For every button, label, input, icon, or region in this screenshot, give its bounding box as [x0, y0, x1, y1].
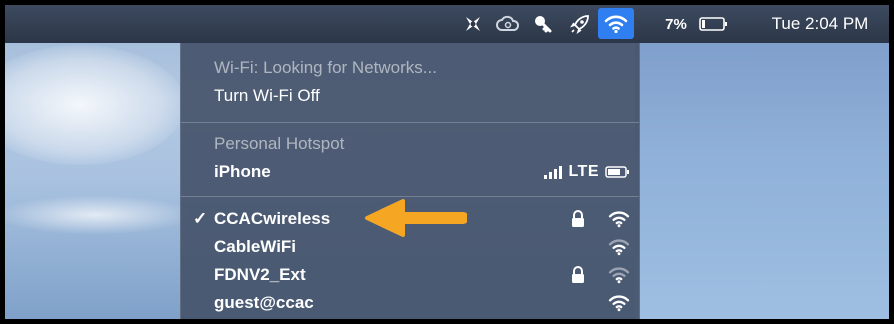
- hotspot-header-row: Personal Hotspot: [181, 130, 639, 158]
- hotspot-iphone-item[interactable]: iPhone LTE: [181, 158, 639, 186]
- spotlight-key-icon[interactable]: [531, 5, 555, 43]
- hotspot-status: LTE: [544, 163, 631, 181]
- battery-icon[interactable]: [698, 5, 730, 43]
- turn-wifi-off-item[interactable]: Turn Wi-Fi Off: [181, 82, 639, 110]
- lock-icon: [572, 266, 584, 283]
- wifi-icon: [604, 15, 628, 33]
- network-status-icons: [607, 294, 631, 312]
- menubar-clock[interactable]: Tue 2:04 PM: [757, 5, 883, 43]
- wifi-status-row: Wi-Fi: Looking for Networks...: [181, 54, 639, 82]
- wifi-menu-button[interactable]: [598, 8, 634, 39]
- network-name: CableWiFi: [214, 237, 297, 256]
- lock-icon: [572, 210, 584, 227]
- network-name: CCACwireless: [214, 209, 331, 228]
- battery-percentage[interactable]: 7%: [658, 5, 694, 43]
- network-type-label: LTE: [568, 163, 599, 180]
- wifi-signal-icon: [608, 267, 630, 284]
- wifi-dropdown-menu: Wi-Fi: Looking for Networks... Turn Wi-F…: [180, 43, 640, 319]
- creative-cloud-icon[interactable]: [495, 5, 521, 43]
- hotspot-battery-icon: [605, 166, 629, 178]
- wifi-signal-icon: [608, 211, 630, 228]
- cellular-signal-icon: [544, 166, 563, 179]
- hotspot-device-name: iPhone: [214, 162, 271, 181]
- desktop-cloud: [5, 45, 185, 165]
- network-status-icons: [607, 238, 631, 256]
- app-extension-icon[interactable]: [461, 5, 485, 43]
- desktop-wallpaper: [635, 35, 889, 319]
- network-status-icons: [571, 210, 631, 228]
- network-name: FDNV2_Ext: [214, 265, 306, 284]
- turn-wifi-off-label: Turn Wi-Fi Off: [214, 86, 320, 105]
- hotspot-header: Personal Hotspot: [214, 134, 345, 153]
- screen-frame: 7% Tue 2:04 PM Wi-Fi: Looking for Networ…: [5, 5, 889, 319]
- network-name: guest@ccac: [214, 293, 314, 312]
- menu-bar: 7% Tue 2:04 PM: [5, 5, 889, 43]
- menu-separator: [181, 122, 639, 123]
- connected-checkmark: ✓: [193, 209, 208, 228]
- rocket-icon[interactable]: [567, 5, 593, 43]
- annotation-arrow-icon: [365, 199, 467, 237]
- wifi-status-text: Wi-Fi: Looking for Networks...: [214, 58, 437, 77]
- wifi-signal-icon: [608, 295, 630, 312]
- wifi-signal-icon: [608, 239, 630, 256]
- network-item[interactable]: guest@ccac: [181, 289, 639, 317]
- network-status-icons: [571, 266, 631, 284]
- network-item[interactable]: FDNV2_Ext: [181, 261, 639, 289]
- desktop-cloud: [5, 195, 195, 235]
